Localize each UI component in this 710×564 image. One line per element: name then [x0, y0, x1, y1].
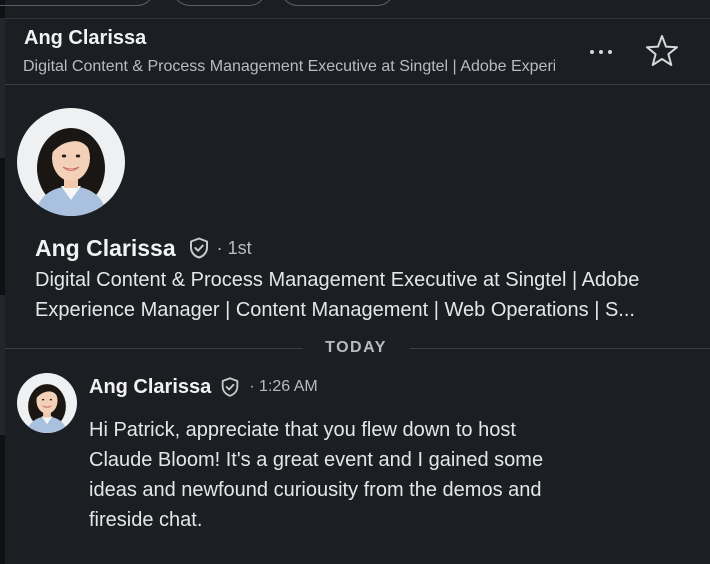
message-line: ideas and newfound curiousity from the d… — [89, 479, 542, 501]
divider-line — [410, 348, 710, 349]
message-timestamp: · 1:26 AM — [249, 378, 318, 395]
profile-headline-line: Experience Manager | Content Management … — [35, 299, 635, 321]
sender-photo — [17, 373, 77, 433]
top-pill-strip — [0, 0, 710, 18]
profile-name[interactable]: Ang Clarissa — [35, 235, 176, 262]
profile-avatar[interactable] — [17, 108, 125, 216]
header-contact-headline: Digital Content & Process Management Exe… — [23, 58, 555, 75]
message-header: Ang Clarissa · 1:26 AM — [89, 373, 318, 401]
date-divider-label: TODAY — [325, 339, 387, 356]
verified-shield-icon — [189, 237, 208, 259]
message-sender-name[interactable]: Ang Clarissa — [89, 376, 211, 399]
date-divider: TODAY — [5, 336, 710, 360]
profile-headline-line: Digital Content & Process Management Exe… — [35, 269, 640, 291]
star-button[interactable] — [644, 33, 680, 69]
profile-name-row: Ang Clarissa · 1st — [35, 233, 252, 263]
messaging-thread: Ang Clarissa Digital Content & Process M… — [0, 0, 710, 564]
top-pill[interactable] — [0, 0, 155, 6]
message-line: fireside chat. — [89, 509, 203, 531]
divider-line — [5, 348, 303, 349]
top-pill[interactable] — [280, 0, 395, 6]
verified-shield-icon — [222, 377, 239, 397]
message-line: Claude Bloom! It's a great event and I g… — [89, 449, 544, 471]
connection-degree: · 1st — [216, 237, 252, 258]
profile-photo — [17, 108, 125, 216]
header-contact-name[interactable]: Ang Clarissa — [24, 27, 146, 50]
gutter-segment — [0, 295, 5, 435]
message-body: Hi Patrick, appreciate that you flew dow… — [89, 415, 609, 535]
more-horizontal-icon — [590, 50, 594, 54]
more-horizontal-icon-dot — [608, 50, 612, 54]
message-line: Hi Patrick, appreciate that you flew dow… — [89, 419, 516, 441]
sender-avatar[interactable] — [17, 373, 77, 433]
more-options-button[interactable] — [581, 39, 621, 65]
more-horizontal-icon-dot — [599, 50, 603, 54]
top-pill[interactable] — [172, 0, 267, 6]
profile-headline: Digital Content & Process Management Exe… — [35, 265, 695, 325]
star-outline-icon — [646, 35, 678, 66]
conversation-header: Ang Clarissa Digital Content & Process M… — [5, 18, 710, 85]
